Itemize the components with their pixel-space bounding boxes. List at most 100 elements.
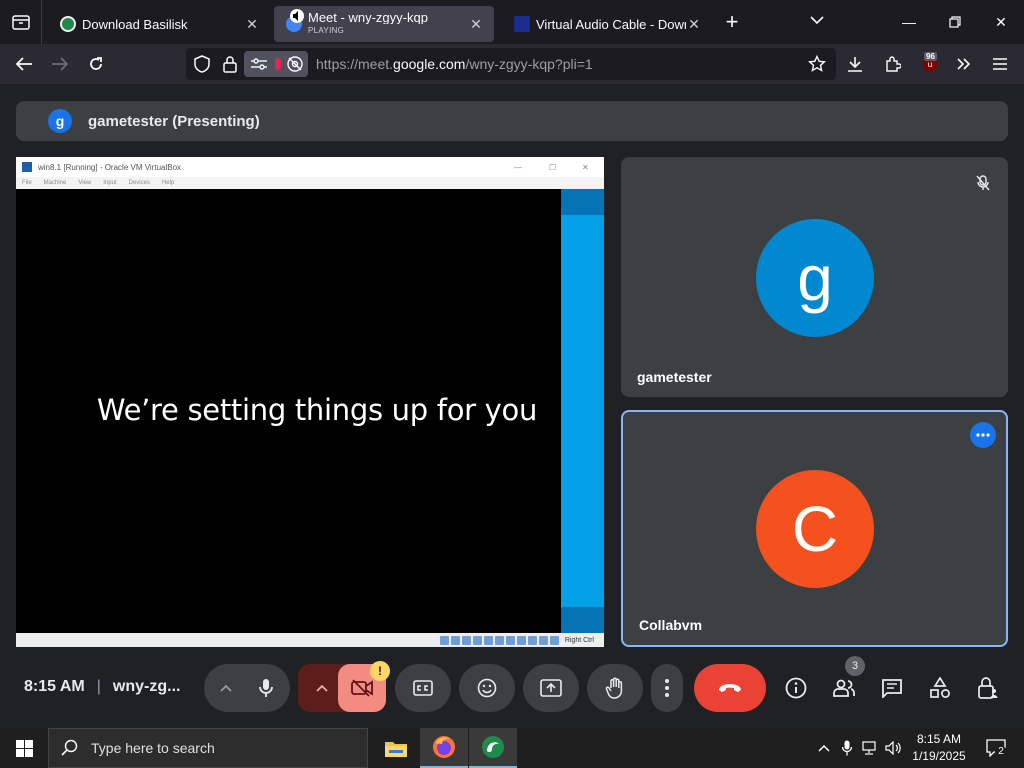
chevron-up-icon [220,684,232,692]
shield-icon[interactable] [194,55,210,73]
virtualbox-titlebar: win8.1 [Running] - Oracle VM VirtualBox … [16,157,604,177]
tab-close-icon[interactable]: ✕ [686,16,702,33]
vm-status-icon [450,635,460,645]
vm-menu-item: Help [161,180,175,186]
present-screen-button[interactable] [523,664,579,712]
chat-button[interactable] [872,664,912,712]
clock-time: 8:15 AM [916,732,962,746]
file-explorer-taskbar-button[interactable] [372,728,420,768]
chevron-up-icon [316,684,328,692]
vm-status-icon [483,635,493,645]
microphone-tray-button[interactable] [837,738,857,758]
vm-status-icon [439,635,449,645]
taskbar-search-box[interactable]: Type here to search [48,728,368,768]
firefox-logo-icon [433,736,455,758]
firefox-taskbar-button[interactable] [420,728,468,768]
start-button[interactable] [0,728,48,768]
back-button[interactable] [12,52,36,76]
participant-name: Collabvm [639,617,703,633]
microphone-in-use-icon [275,58,281,70]
vm-menu-item: Input [103,180,117,186]
captions-button[interactable] [395,664,451,712]
vac-favicon-icon [514,16,530,32]
restore-icon [949,16,961,28]
ublock-count-badge: 96 [924,52,937,61]
participant-name: gametester [637,369,712,385]
virtualbox-menubar: File Machine View Input Devices Help [16,177,604,189]
tab-download-basilisk[interactable]: Download Basilisk ✕ [48,6,270,42]
microphone-button[interactable] [246,664,286,712]
show-hidden-icons-button[interactable] [814,738,834,758]
tab-close-icon[interactable]: ✕ [244,16,260,33]
new-tab-button[interactable]: + [712,0,752,44]
tab-strip: Download Basilisk ✕ Meet - wny-zgyy-kqp … [0,0,1024,44]
more-options-button[interactable] [651,664,683,712]
windows-logo-icon [15,739,33,757]
emoji-icon [477,678,497,698]
search-icon [61,739,78,756]
participant-count-badge: 3 [845,656,865,676]
raise-hand-button[interactable] [587,664,643,712]
permissions-box[interactable] [244,51,308,77]
vm-blue-panel-bottom [561,607,604,633]
vm-status-icon [461,635,471,645]
more-options-button[interactable] [970,422,996,448]
shared-screen[interactable]: win8.1 [Running] - Oracle VM VirtualBox … [16,157,604,647]
speaker-playing-icon [290,9,304,23]
vm-minimize-icon: — [514,162,522,172]
taskbar-clock[interactable]: 8:15 AM 1/19/2025 [908,731,970,765]
host-controls-button[interactable] [968,664,1008,712]
meet-favicon-icon [286,9,304,32]
participant-tile-gametester[interactable]: g gametester [621,157,1008,397]
minimize-button[interactable]: — [886,0,932,44]
info-icon [785,677,807,699]
chat-icon [882,679,902,698]
avatar-initial: C [791,493,839,565]
svg-text:u: u [928,60,932,69]
app-menu-button[interactable] [988,52,1012,76]
lock-person-icon [978,677,998,699]
tab-virtual-audio-cable[interactable]: Virtual Audio Cable - Download ✕ [502,6,712,42]
firefox-view-button[interactable] [0,0,42,44]
forward-button[interactable] [48,52,72,76]
action-center-button[interactable]: 2 [982,738,1010,758]
meeting-details-button[interactable] [776,664,816,712]
activities-button[interactable] [920,664,960,712]
separator: | [96,678,101,695]
more-horizontal-icon [976,433,990,437]
hamburger-menu-icon [993,58,1007,70]
restore-button[interactable] [932,0,978,44]
meeting-time: 8:15 AM [24,678,85,695]
participant-tile-collabvm[interactable]: C Collabvm [621,410,1008,647]
list-all-tabs-button[interactable] [810,12,824,30]
tab-close-icon[interactable]: ✕ [468,16,484,33]
video-options-button[interactable] [302,664,342,712]
camera-blocked-icon [287,56,303,72]
tab-meet[interactable]: Meet - wny-zgyy-kqp PLAYING ✕ [274,6,494,42]
close-window-button[interactable]: ✕ [978,0,1024,44]
basilisk-taskbar-button[interactable] [469,728,517,768]
extensions-button[interactable] [881,52,905,76]
downloads-button[interactable] [843,52,867,76]
reactions-button[interactable] [459,664,515,712]
vm-status-icon [549,635,559,645]
permissions-sliders-icon [251,58,267,70]
more-tools-button[interactable] [952,52,976,76]
close-icon: ✕ [995,13,1007,30]
arrow-left-icon [15,57,32,71]
leave-call-button[interactable] [694,664,766,712]
vm-menu-item: File [22,180,32,186]
url-text[interactable]: https://meet.google.com/wny-zgyy-kqp?pli… [316,56,593,72]
network-tray-button[interactable] [861,738,881,758]
lock-icon[interactable] [223,55,237,73]
volume-tray-button[interactable] [884,738,904,758]
virtualbox-window-title: win8.1 [Running] - Oracle VM VirtualBox [38,162,182,172]
reload-button[interactable] [84,52,108,76]
puzzle-icon [886,56,901,72]
address-bar[interactable]: https://meet.google.com/wny-zgyy-kqp?pli… [186,48,836,80]
audio-options-button[interactable] [206,664,246,712]
network-icon [862,741,876,755]
plus-icon: + [725,9,739,34]
bookmark-star-button[interactable] [805,52,829,76]
notification-count: 2 [995,746,1007,758]
